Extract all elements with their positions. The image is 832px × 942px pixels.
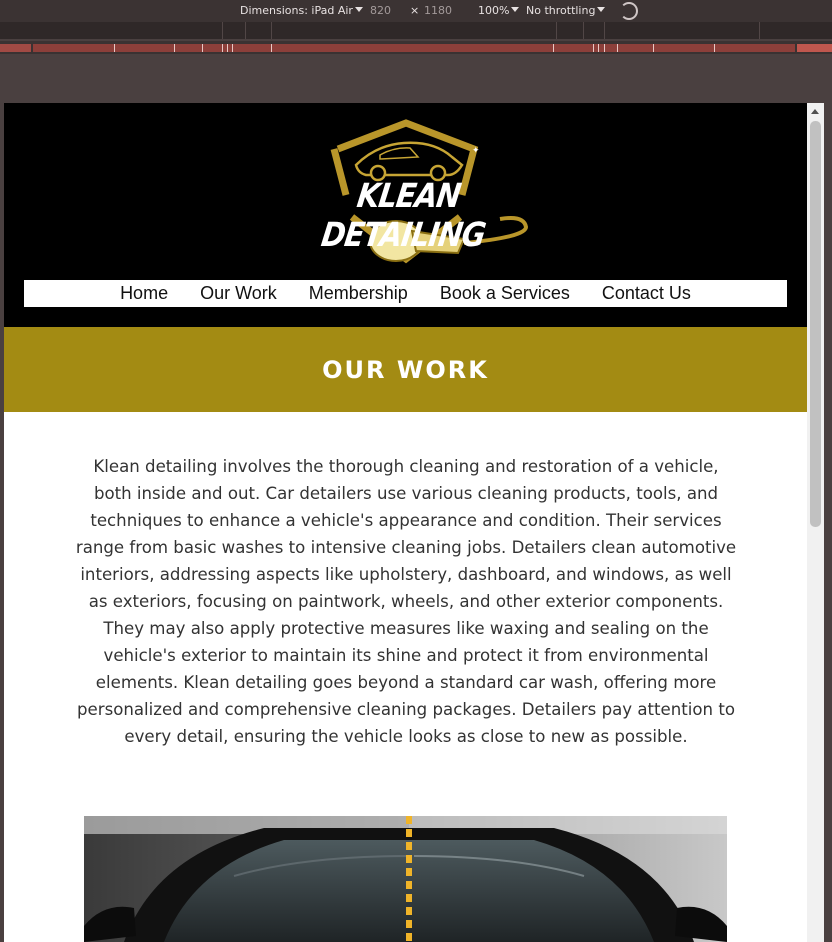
nav-contact-us[interactable]: Contact Us (602, 283, 691, 304)
page-banner: OUR WORK (4, 327, 807, 412)
zoom-label: 100% (478, 4, 510, 17)
scrollbar-thumb[interactable] (810, 121, 821, 527)
chevron-down-icon (511, 7, 520, 12)
media-query-bar-ranges[interactable] (0, 41, 832, 54)
dimensions-label: Dimensions: iPad Air (240, 4, 353, 17)
nav-membership[interactable]: Membership (309, 283, 408, 304)
scroll-up-icon[interactable] (811, 109, 819, 114)
zoom-dropdown[interactable]: 100% (478, 4, 520, 17)
width-input[interactable]: 820 (370, 4, 391, 17)
media-query-bar-max[interactable] (0, 22, 832, 39)
rotate-icon[interactable] (620, 2, 638, 20)
throttling-label: No throttling (526, 4, 596, 17)
vertical-scrollbar[interactable] (807, 103, 824, 942)
chevron-down-icon (597, 7, 606, 12)
nav-book-services[interactable]: Book a Services (440, 283, 570, 304)
main-nav: Home Our Work Membership Book a Services… (24, 280, 787, 307)
intro-paragraph: Klean detailing involves the thorough cl… (75, 457, 737, 746)
device-viewport: ✦ KLEAN DETAILING Home Our Work Membersh… (4, 103, 807, 942)
height-input[interactable]: 1180 (424, 4, 452, 17)
nav-our-work[interactable]: Our Work (200, 283, 277, 304)
page-title: OUR WORK (322, 355, 489, 384)
before-after-slider-handle[interactable] (406, 816, 412, 942)
nav-home[interactable]: Home (120, 283, 168, 304)
site-header: ✦ KLEAN DETAILING Home Our Work Membersh… (4, 103, 807, 327)
throttling-dropdown[interactable]: No throttling (526, 4, 606, 17)
dimensions-dropdown[interactable]: Dimensions: iPad Air (240, 4, 363, 17)
times-sign: × (410, 4, 420, 17)
before-after-car-image[interactable] (84, 816, 727, 942)
devtools-device-toolbar: Dimensions: iPad Air 820 × 1180 100% No … (0, 0, 832, 22)
svg-text:✦: ✦ (472, 146, 480, 156)
klean-detailing-logo[interactable]: ✦ KLEAN DETAILING (276, 119, 536, 271)
chevron-down-icon (354, 7, 363, 12)
logo-text: KLEAN DETAILING (319, 175, 488, 255)
